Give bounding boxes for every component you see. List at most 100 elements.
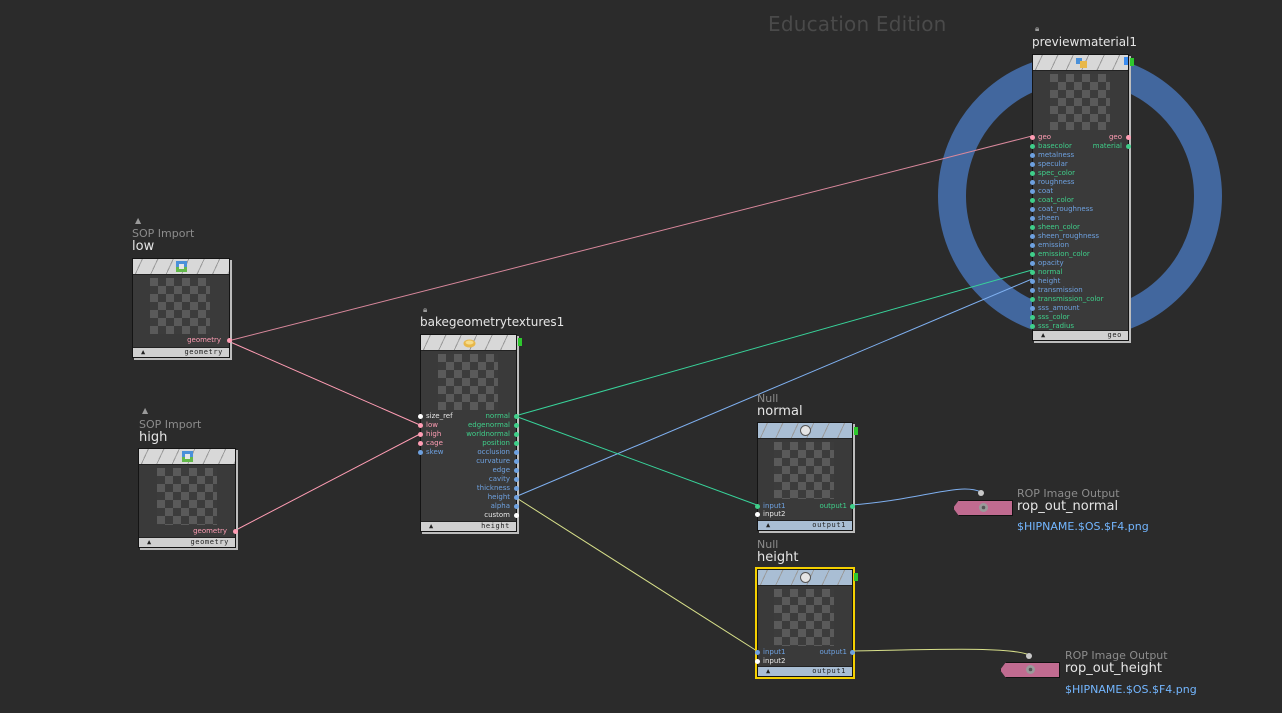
input-port-coat_roughness[interactable] [1030, 207, 1035, 212]
display-flag[interactable] [854, 427, 858, 435]
display-flag[interactable] [854, 573, 858, 581]
port-label-height: height [1038, 277, 1061, 285]
input-port-sss_color[interactable] [1030, 315, 1035, 320]
node-header[interactable] [758, 423, 852, 439]
node-low[interactable]: geometry ▲ geometry [132, 258, 232, 358]
input-port-sheen[interactable] [1030, 216, 1035, 221]
node-footer[interactable]: ▲ height [421, 521, 516, 531]
input-port-geo[interactable] [1030, 135, 1035, 140]
node-name-high[interactable]: high [139, 430, 167, 445]
output-port-output1[interactable] [850, 650, 855, 655]
null-circle-icon [800, 425, 811, 436]
input-port-sss_amount[interactable] [1030, 306, 1035, 311]
input-port-emission_color[interactable] [1030, 252, 1035, 257]
node-footer[interactable]: ▲ output1 [758, 520, 852, 530]
node-header[interactable] [758, 570, 852, 586]
node-footer[interactable]: ▲ geo [1033, 330, 1128, 340]
input-port-spec_color[interactable] [1030, 171, 1035, 176]
node-bakegeometrytextures[interactable]: size_ref low high cage skew normal edgenormal w… [418, 334, 519, 532]
output-port-position[interactable] [514, 441, 519, 446]
input-port-height[interactable] [1030, 279, 1035, 284]
node-name-null-height[interactable]: height [757, 550, 798, 565]
output-port-alpha[interactable] [514, 504, 519, 509]
input-port-sheen_color[interactable] [1030, 225, 1035, 230]
output-port-curvature[interactable] [514, 459, 519, 464]
port-label-position: position [482, 439, 510, 447]
input-port-skew[interactable] [418, 450, 423, 455]
input-port-sheen_roughness[interactable] [1030, 234, 1035, 239]
input-port-sss_radius[interactable] [1030, 324, 1035, 329]
node-name-null-normal[interactable]: normal [757, 404, 803, 419]
output-port-edge[interactable] [514, 468, 519, 473]
output-port-worldnormal[interactable] [514, 432, 519, 437]
input-port-cage[interactable] [418, 441, 423, 446]
input-port-emission[interactable] [1030, 243, 1035, 248]
node-null-height[interactable]: input1 input2 output1 ▲ output1 [755, 567, 855, 679]
node-null-normal[interactable]: input1 input2 output1 ▲ output1 [755, 422, 855, 531]
sop-import-icon [182, 451, 193, 462]
output-port-cavity[interactable] [514, 477, 519, 482]
output-port-height[interactable] [514, 495, 519, 500]
output-port-occlusion[interactable] [514, 450, 519, 455]
port-label-input2: input2 [763, 510, 786, 518]
template-flag[interactable] [1124, 57, 1128, 65]
input-port-input2[interactable] [755, 659, 760, 664]
input-port-metalness[interactable] [1030, 153, 1035, 158]
node-rop-out-normal[interactable] [953, 500, 1013, 516]
node-name-rop-out-height[interactable]: rop_out_height [1065, 661, 1162, 676]
output-port-edgenormal[interactable] [514, 423, 519, 428]
input-port-input1[interactable] [755, 650, 760, 655]
display-flag[interactable] [1130, 58, 1134, 66]
port-label-alpha: alpha [490, 502, 510, 510]
input-port-transmission_color[interactable] [1030, 297, 1035, 302]
node-header[interactable] [133, 259, 229, 275]
port-label-normal: normal [1038, 268, 1063, 276]
wire-bake-height-to-null-height [514, 496, 758, 652]
port-label-emission_color: emission_color [1038, 250, 1090, 258]
wire-low-to-preview-geo [227, 135, 1033, 342]
input-port-size_ref[interactable] [418, 414, 423, 419]
port-label-output1: output1 [819, 502, 847, 510]
port-label-edgenormal: edgenormal [467, 421, 510, 429]
port-label-emission: emission [1038, 241, 1070, 249]
display-flag[interactable] [518, 338, 522, 346]
node-high[interactable]: geometry ▲ geometry [138, 448, 238, 548]
output-port-geometry[interactable] [233, 529, 238, 534]
input-port-specular[interactable] [1030, 162, 1035, 167]
output-port-geo[interactable] [1126, 135, 1131, 140]
input-port-input1[interactable] [755, 504, 760, 509]
node-header[interactable] [1033, 55, 1128, 71]
input-port-coat[interactable] [1030, 189, 1035, 194]
node-footer[interactable]: ▲ output1 [758, 666, 852, 676]
output-port-thickness[interactable] [514, 486, 519, 491]
output-port-output1[interactable] [850, 504, 855, 509]
output-port-geometry[interactable] [227, 338, 232, 343]
node-footer[interactable]: ▲ geometry [133, 347, 229, 357]
node-header[interactable] [139, 449, 235, 465]
port-label-occlusion: occlusion [477, 448, 510, 456]
output-port-custom[interactable] [514, 513, 519, 518]
input-port-normal[interactable] [1030, 270, 1035, 275]
output-port-material[interactable] [1126, 144, 1131, 149]
node-rop-out-height[interactable] [1000, 662, 1060, 678]
node-previewmaterial[interactable]: geo basecolor metalness specular spec_color r… [1030, 54, 1131, 341]
node-name-previewmaterial[interactable]: previewmaterial1 [1032, 35, 1137, 49]
node-name-bake[interactable]: bakegeometrytextures1 [420, 315, 564, 329]
node-footer[interactable]: ▲ geometry [139, 537, 235, 547]
node-name-rop-out-normal[interactable]: rop_out_normal [1017, 499, 1118, 514]
port-label-geo: geo [1038, 133, 1052, 141]
port-label-geometry: geometry [193, 527, 227, 535]
input-port-roughness[interactable] [1030, 180, 1035, 185]
input-port-high[interactable] [418, 432, 423, 437]
gear-icon [1026, 665, 1035, 674]
education-edition-watermark: Education Edition [768, 12, 947, 36]
input-port-input2[interactable] [755, 512, 760, 517]
input-port-transmission[interactable] [1030, 288, 1035, 293]
output-port-normal[interactable] [514, 414, 519, 419]
input-port-basecolor[interactable] [1030, 144, 1035, 149]
input-port-coat_color[interactable] [1030, 198, 1035, 203]
input-port-low[interactable] [418, 423, 423, 428]
input-port-opacity[interactable] [1030, 261, 1035, 266]
node-name-low[interactable]: low [132, 239, 154, 254]
node-header[interactable] [421, 335, 516, 351]
